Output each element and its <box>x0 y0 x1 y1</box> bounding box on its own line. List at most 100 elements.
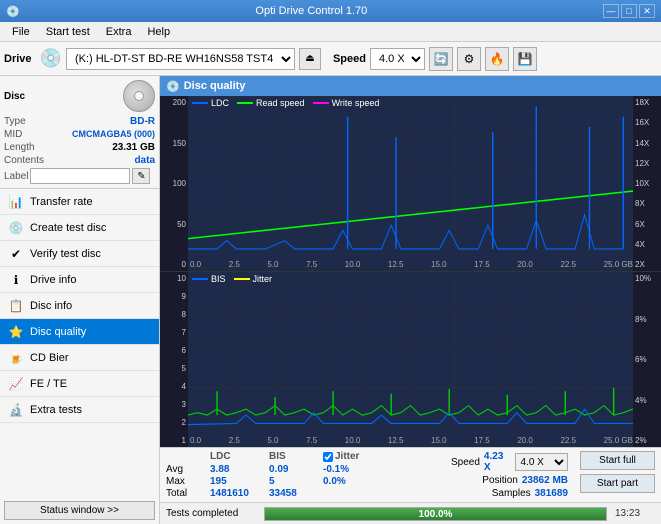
legend-jitter: Jitter <box>234 274 273 284</box>
length-value: 23.31 GB <box>112 142 155 153</box>
avg-ldc: 3.88 <box>210 464 265 475</box>
chart2-y-left: 10 9 8 7 6 5 4 3 2 1 <box>160 272 188 447</box>
sidebar-item-verify-test-disc[interactable]: ✔ Verify test disc <box>0 241 159 267</box>
bis-label: BIS <box>211 274 226 284</box>
title-bar-controls: — □ ✕ <box>603 4 655 18</box>
length-label: Length <box>4 142 35 153</box>
close-button[interactable]: ✕ <box>639 4 655 18</box>
sidebar-item-drive-info[interactable]: ℹ Drive info <box>0 267 159 293</box>
status-window-button[interactable]: Status window >> <box>4 501 155 520</box>
total-label: Total <box>166 488 206 499</box>
max-label: Max <box>166 476 206 487</box>
disc-panel: Disc Type BD-R MID CMCMAGBA5 (000) Lengt… <box>0 76 159 189</box>
label-input[interactable] <box>30 168 130 184</box>
ldc-color <box>192 102 208 104</box>
jitter-color <box>234 278 250 280</box>
max-ldc: 195 <box>210 476 265 487</box>
speed-label: Speed <box>333 53 366 65</box>
avg-label: Avg <box>166 464 206 475</box>
label-edit-button[interactable]: ✎ <box>132 168 150 184</box>
type-label: Type <box>4 116 26 127</box>
jitter-header: Jitter <box>323 451 443 462</box>
start-full-button[interactable]: Start full <box>580 451 655 470</box>
sidebar-item-create-test-disc[interactable]: 💿 Create test disc <box>0 215 159 241</box>
action-buttons: Start full Start part <box>580 451 655 493</box>
sidebar-item-extra-tests[interactable]: 🔬 Extra tests <box>0 397 159 423</box>
create-test-disc-icon: 💿 <box>8 220 24 236</box>
refresh-button[interactable]: 🔄 <box>429 47 453 71</box>
bis-col-header: BIS <box>269 451 319 462</box>
menu-help[interactable]: Help <box>139 22 178 41</box>
stats-right: Speed 4.23 X 4.0 X Position 23862 MB Sam… <box>451 451 568 499</box>
type-value: BD-R <box>130 116 155 127</box>
drive-info-label: Drive info <box>30 274 76 286</box>
maximize-button[interactable]: □ <box>621 4 637 18</box>
eject-button[interactable]: ⏏ <box>299 48 321 70</box>
nav-items: 📊 Transfer rate 💿 Create test disc ✔ Ver… <box>0 189 159 497</box>
speed-stat-label: Speed <box>451 457 480 468</box>
chart1-svg <box>188 96 633 251</box>
disc-label-row: Label ✎ <box>4 168 155 184</box>
samples-row: Samples 381689 <box>492 488 568 499</box>
chart1-legend: LDC Read speed Write speed <box>192 98 379 108</box>
avg-jitter: -0.1% <box>323 464 443 475</box>
sidebar-item-disc-info[interactable]: 📋 Disc info <box>0 293 159 319</box>
stats-area: LDC BIS Jitter Avg 3.88 0.09 -0.1% <box>160 447 661 502</box>
jitter-col-header: Jitter <box>335 451 359 462</box>
drive-icon: 💿 <box>40 48 62 69</box>
speed-row: Speed 4.23 X 4.0 X <box>451 451 568 473</box>
chart2-legend: BIS Jitter <box>192 274 272 284</box>
mid-label: MID <box>4 129 22 140</box>
settings-button[interactable]: ⚙ <box>457 47 481 71</box>
sidebar-item-fe-te[interactable]: 📈 FE / TE <box>0 371 159 397</box>
chart2-y-right: 10% 8% 6% 4% 2% <box>633 272 661 447</box>
ldc-label: LDC <box>211 98 229 108</box>
jitter-checkbox[interactable] <box>323 452 333 462</box>
chart2-wrapper: 10 9 8 7 6 5 4 3 2 1 BIS <box>160 272 661 447</box>
avg-bis: 0.09 <box>269 464 319 475</box>
legend-write-speed: Write speed <box>313 98 380 108</box>
bis-color <box>192 278 208 280</box>
disc-quality-title: Disc quality <box>184 80 246 92</box>
fe-te-label: FE / TE <box>30 378 67 390</box>
transfer-rate-label: Transfer rate <box>30 196 93 208</box>
ldc-col-header: LDC <box>210 451 265 462</box>
samples-label: Samples <box>492 488 531 499</box>
drive-select[interactable]: (K:) HL-DT-ST BD-RE WH16NS58 TST4 <box>66 48 295 70</box>
menu-file[interactable]: File <box>4 22 38 41</box>
progress-container: Tests completed 100.0% 13:23 <box>160 502 661 524</box>
charts-container: 200 150 100 50 0 LDC Re <box>160 96 661 447</box>
chart1-x-axis: 0.0 2.5 5.0 7.5 10.0 12.5 15.0 17.5 20.0… <box>188 251 633 271</box>
write-speed-color <box>313 102 329 104</box>
speed-stat-select[interactable]: 4.0 X <box>515 453 568 471</box>
legend-bis: BIS <box>192 274 226 284</box>
speed-select[interactable]: 4.0 X <box>370 48 425 70</box>
status-text: Tests completed <box>166 508 256 519</box>
menu-start-test[interactable]: Start test <box>38 22 98 41</box>
disc-type-row: Type BD-R <box>4 116 155 127</box>
chart1-wrapper: 200 150 100 50 0 LDC Re <box>160 96 661 271</box>
total-ldc: 1481610 <box>210 488 265 499</box>
chart1-main: LDC Read speed Write speed <box>188 96 633 271</box>
disc-icon <box>123 80 155 112</box>
sidebar-item-cd-bier[interactable]: 🍺 CD Bier <box>0 345 159 371</box>
chart2-main: BIS Jitter <box>188 272 633 447</box>
disc-info-rows: Type BD-R MID CMCMAGBA5 (000) Length 23.… <box>4 116 155 184</box>
disc-quality-header: 💿 Disc quality <box>160 76 661 96</box>
sidebar-item-transfer-rate[interactable]: 📊 Transfer rate <box>0 189 159 215</box>
minimize-button[interactable]: — <box>603 4 619 18</box>
verify-test-disc-icon: ✔ <box>8 246 24 262</box>
drive-label: Drive <box>4 53 32 65</box>
save-button[interactable]: 💾 <box>513 47 537 71</box>
start-part-button[interactable]: Start part <box>580 474 655 493</box>
disc-quality-icon: ⭐ <box>8 324 24 340</box>
chart1-y-left: 200 150 100 50 0 <box>160 96 188 271</box>
write-speed-label: Write speed <box>332 98 380 108</box>
sidebar-item-disc-quality[interactable]: ⭐ Disc quality <box>0 319 159 345</box>
menu-extra[interactable]: Extra <box>98 22 140 41</box>
toolbar: Drive 💿 (K:) HL-DT-ST BD-RE WH16NS58 TST… <box>0 42 661 76</box>
legend-ldc: LDC <box>192 98 229 108</box>
burn-button[interactable]: 🔥 <box>485 47 509 71</box>
chart2-svg <box>188 272 633 427</box>
time-display: 13:23 <box>615 508 655 519</box>
